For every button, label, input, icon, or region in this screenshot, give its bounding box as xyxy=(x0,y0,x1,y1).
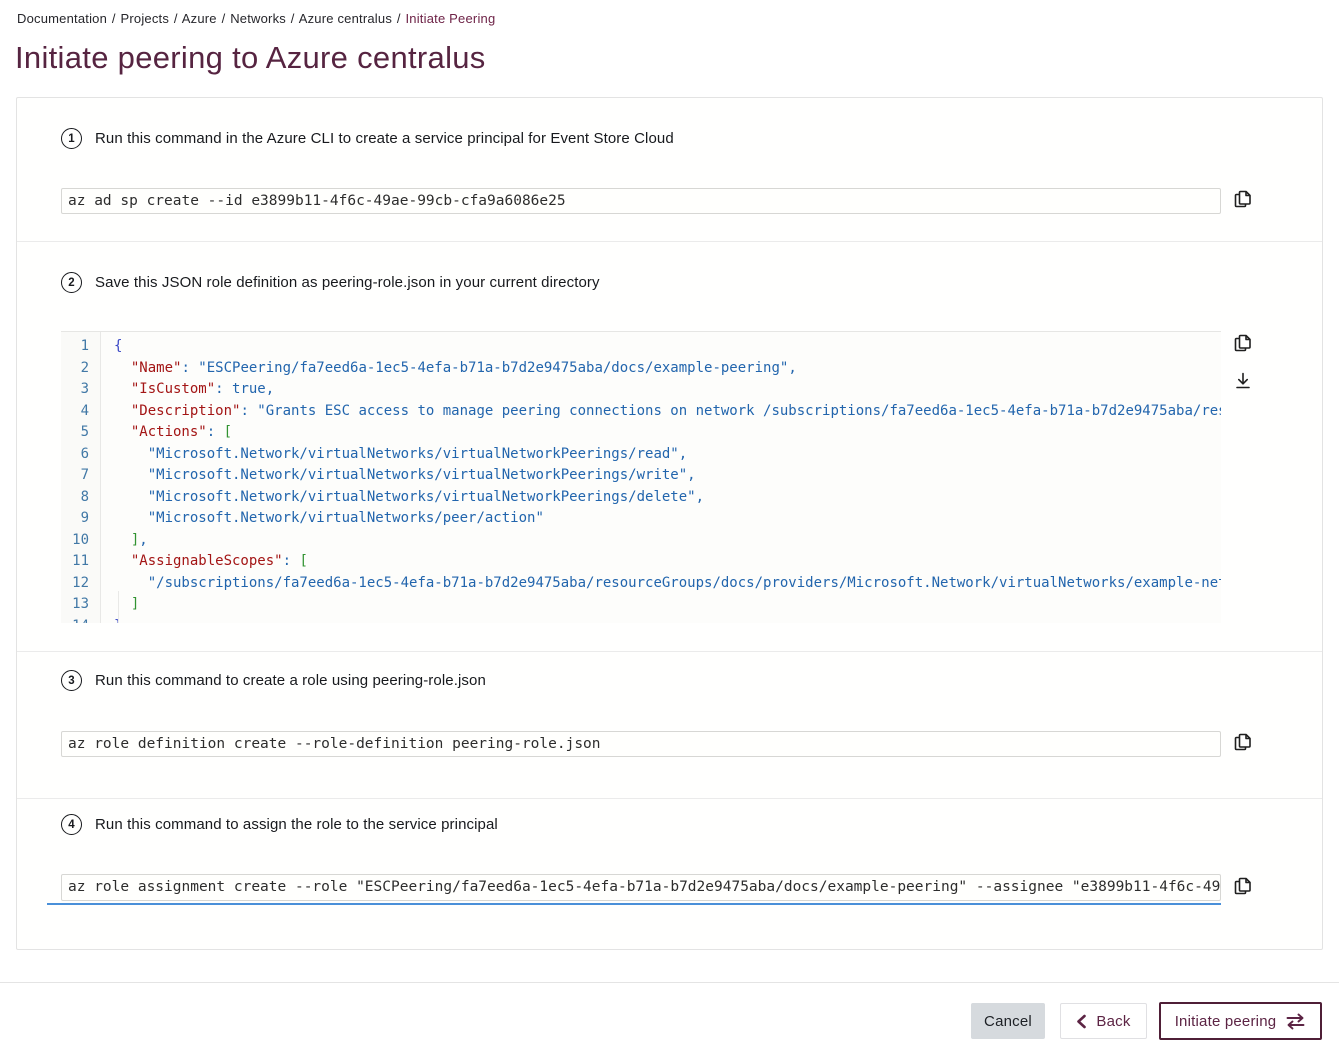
line-number: 1 xyxy=(61,336,100,358)
code-line: ] xyxy=(114,594,1221,616)
code-line: "AssignableScopes": [ xyxy=(114,551,1221,573)
step-4-header: 4 Run this command to assign the role to… xyxy=(61,814,498,835)
step-1-header: 1 Run this command in the Azure CLI to c… xyxy=(61,128,674,149)
section-divider xyxy=(17,241,1322,242)
breadcrumb-item-documentation[interactable]: Documentation xyxy=(17,11,107,26)
chevron-left-icon xyxy=(1076,1014,1087,1029)
breadcrumb-item-azure[interactable]: Azure xyxy=(182,11,217,26)
breadcrumb-current-initiate-peering: Initiate Peering xyxy=(405,11,495,26)
code-line: "Microsoft.Network/virtualNetworks/virtu… xyxy=(114,444,1221,466)
page: { "breadcrumb": { "separator": "/", "ite… xyxy=(0,0,1339,1057)
line-number: 2 xyxy=(61,358,100,380)
copy-icon xyxy=(1231,730,1255,754)
initiate-peering-button-label: Initiate peering xyxy=(1175,1013,1277,1030)
horizontal-scrollbar[interactable] xyxy=(47,903,1221,905)
step-3-number-badge: 3 xyxy=(61,670,82,691)
step-4-label: Run this command to assign the role to t… xyxy=(95,816,498,833)
step-3-command-box[interactable]: az role definition create --role-definit… xyxy=(61,731,1221,757)
breadcrumb-item-networks[interactable]: Networks xyxy=(230,11,286,26)
section-divider xyxy=(17,651,1322,652)
code-line: } xyxy=(114,616,1221,624)
step-4-command-box[interactable]: az role assignment create --role "ESCPee… xyxy=(61,874,1221,901)
line-number: 7 xyxy=(61,465,100,487)
line-number: 9 xyxy=(61,508,100,530)
page-title: Initiate peering to Azure centralus xyxy=(15,40,486,76)
indent-guide xyxy=(118,591,119,623)
json-editor[interactable]: 1234567891011121314 { "Name": "ESCPeerin… xyxy=(61,331,1221,623)
steps-card: 1 Run this command in the Azure CLI to c… xyxy=(16,97,1323,950)
code-line: "Actions": [ xyxy=(114,422,1221,444)
breadcrumb: Documentation / Projects / Azure / Netwo… xyxy=(17,11,495,26)
cancel-button[interactable]: Cancel xyxy=(971,1003,1045,1039)
footer-divider xyxy=(0,982,1339,983)
cancel-button-label: Cancel xyxy=(984,1013,1032,1030)
copy-button-step-4[interactable] xyxy=(1230,873,1256,899)
breadcrumb-separator: / xyxy=(396,11,402,26)
copy-icon xyxy=(1231,187,1255,211)
breadcrumb-item-azure-centralus[interactable]: Azure centralus xyxy=(299,11,392,26)
copy-button-step-2[interactable] xyxy=(1230,330,1256,356)
step-4-number-badge: 4 xyxy=(61,814,82,835)
section-divider xyxy=(17,798,1322,799)
line-number: 11 xyxy=(61,551,100,573)
back-button[interactable]: Back xyxy=(1060,1003,1147,1039)
step-3-header: 3 Run this command to create a role usin… xyxy=(61,670,486,691)
code-line: ], xyxy=(114,530,1221,552)
copy-icon xyxy=(1231,874,1255,898)
line-number: 12 xyxy=(61,573,100,595)
breadcrumb-separator: / xyxy=(221,11,227,26)
step-1-label: Run this command in the Azure CLI to cre… xyxy=(95,130,674,147)
code-line: "Description": "Grants ESC access to man… xyxy=(114,401,1221,423)
download-button-step-2[interactable] xyxy=(1230,368,1256,394)
line-number-gutter: 1234567891011121314 xyxy=(61,332,101,623)
code-line: "Microsoft.Network/virtualNetworks/virtu… xyxy=(114,487,1221,509)
initiate-peering-button[interactable]: Initiate peering xyxy=(1159,1002,1322,1040)
step-1-number-badge: 1 xyxy=(61,128,82,149)
line-number: 6 xyxy=(61,444,100,466)
line-number: 10 xyxy=(61,530,100,552)
step-1-command-box[interactable]: az ad sp create --id e3899b11-4f6c-49ae-… xyxy=(61,188,1221,214)
copy-button-step-1[interactable] xyxy=(1230,186,1256,212)
line-number: 14 xyxy=(61,616,100,624)
code-line: { xyxy=(114,336,1221,358)
code-line: "Microsoft.Network/virtualNetworks/virtu… xyxy=(114,465,1221,487)
code-line: "Microsoft.Network/virtualNetworks/peer/… xyxy=(114,508,1221,530)
copy-button-step-3[interactable] xyxy=(1230,729,1256,755)
breadcrumb-item-projects[interactable]: Projects xyxy=(120,11,169,26)
line-number: 4 xyxy=(61,401,100,423)
back-button-label: Back xyxy=(1096,1013,1130,1030)
breadcrumb-separator: / xyxy=(111,11,117,26)
code-line: "Name": "ESCPeering/fa7eed6a-1ec5-4efa-b… xyxy=(114,358,1221,380)
line-number: 13 xyxy=(61,594,100,616)
code-line: "IsCustom": true, xyxy=(114,379,1221,401)
line-number: 8 xyxy=(61,487,100,509)
breadcrumb-separator: / xyxy=(173,11,179,26)
step-2-label: Save this JSON role definition as peerin… xyxy=(95,274,600,291)
line-number: 5 xyxy=(61,422,100,444)
download-icon xyxy=(1231,369,1255,393)
code-line: "/subscriptions/fa7eed6a-1ec5-4efa-b71a-… xyxy=(114,573,1221,595)
copy-icon xyxy=(1231,331,1255,355)
step-3-label: Run this command to create a role using … xyxy=(95,672,486,689)
code-lines: { "Name": "ESCPeering/fa7eed6a-1ec5-4efa… xyxy=(101,332,1221,623)
line-number: 3 xyxy=(61,379,100,401)
breadcrumb-separator: / xyxy=(290,11,296,26)
step-2-number-badge: 2 xyxy=(61,272,82,293)
swap-arrows-icon xyxy=(1285,1013,1306,1030)
step-2-header: 2 Save this JSON role definition as peer… xyxy=(61,272,600,293)
